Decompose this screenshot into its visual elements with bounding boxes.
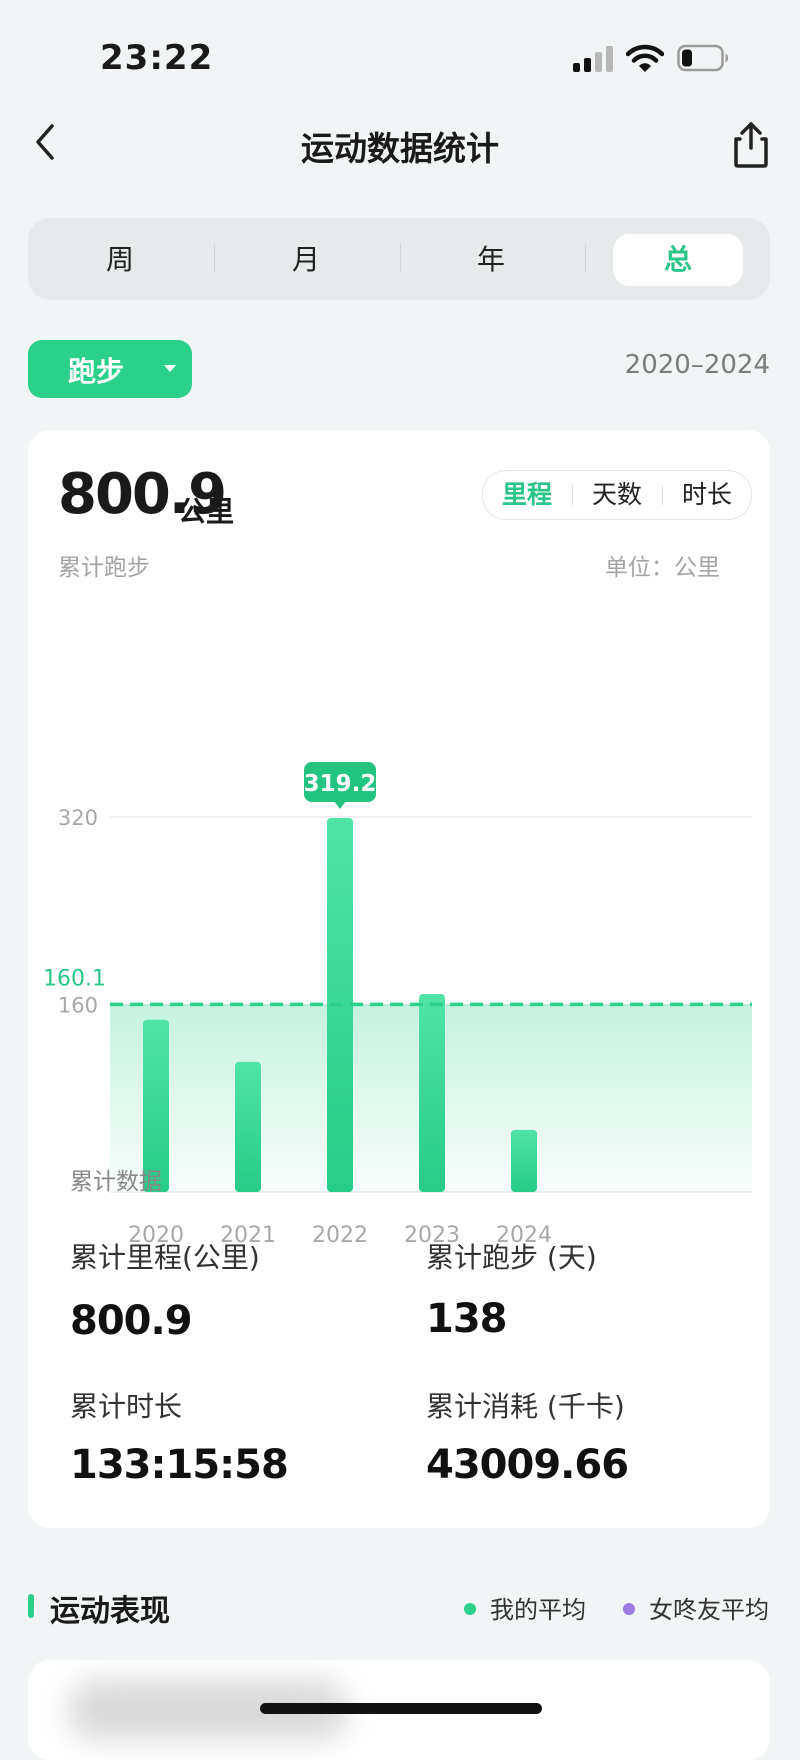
legend-dot-purple: [623, 1603, 635, 1615]
sport-dropdown-label: 跑步: [68, 355, 125, 388]
battery-icon: [677, 44, 728, 72]
legend-my-average-label: 我的平均: [490, 1596, 586, 1624]
metric-tab-days[interactable]: 天数: [573, 471, 661, 519]
caret-down-icon: [164, 365, 176, 372]
summary-value-calories: 43009.66: [426, 1442, 629, 1488]
sport-dropdown[interactable]: 跑步: [28, 340, 192, 398]
tooltip-label: 319.2: [304, 771, 377, 797]
nav-bar: 运动数据统计: [0, 110, 800, 180]
y-tick-label: 160: [58, 994, 98, 1018]
metric-tabs: 里程 天数 时长: [482, 470, 752, 520]
page-title: 运动数据统计: [301, 129, 499, 168]
legend-friends-average: 女咚友平均: [623, 1590, 769, 1625]
home-indicator: [260, 1703, 542, 1714]
date-range: 2020–2024: [624, 350, 770, 380]
tab-week[interactable]: 周: [55, 234, 185, 286]
tab-divider: [585, 244, 586, 272]
summary-value-duration: 133:15:58: [70, 1442, 289, 1488]
summary-label-days: 累计跑步 (天): [426, 1241, 597, 1274]
x-tick-label: 2022: [312, 1223, 368, 1248]
total-unit: 公里: [178, 495, 235, 528]
unit-caption: 单位：公里: [605, 555, 720, 581]
metric-tab-duration[interactable]: 时长: [663, 471, 751, 519]
summary-value-distance: 800.9: [70, 1298, 193, 1344]
bar-2023: [419, 993, 445, 1192]
performance-title: 运动表现: [50, 1594, 170, 1629]
tab-divider: [214, 244, 215, 272]
status-time: 23:22: [100, 38, 214, 78]
share-icon[interactable]: [726, 118, 776, 172]
tooltip-pointer: [334, 800, 346, 809]
tab-divider: [400, 244, 401, 272]
y-tick-label: 320: [58, 806, 98, 830]
legend-my-average: 我的平均: [464, 1590, 586, 1625]
bar-2021: [235, 1061, 261, 1192]
summary-value-days: 138: [426, 1296, 507, 1342]
tab-total[interactable]: 总: [613, 234, 743, 286]
wifi-icon: [626, 44, 664, 72]
tab-month[interactable]: 月: [241, 234, 371, 286]
summary-title: 累计数据: [70, 1169, 162, 1195]
bar-2024: [511, 1129, 537, 1192]
stats-card: 800.9 公里 里程 天数 时长 累计跑步 单位：公里 160 320 2020 2…: [28, 430, 770, 1528]
legend-dot-green: [464, 1603, 476, 1615]
summary-label-distance: 累计里程(公里): [70, 1241, 260, 1274]
total-caption: 累计跑步: [58, 555, 150, 581]
tab-year[interactable]: 年: [426, 234, 556, 286]
summary-label-duration: 累计时长: [70, 1390, 183, 1423]
metric-tab-distance[interactable]: 里程: [483, 471, 571, 519]
legend-friends-average-label: 女咚友平均: [649, 1596, 769, 1624]
average-label: 160.1: [43, 966, 106, 991]
cellular-signal-icon: [573, 46, 615, 72]
status-bar: 23:22: [0, 0, 800, 110]
summary-label-calories: 累计消耗 (千卡): [426, 1390, 625, 1423]
period-tabs: 周 月 年 总: [28, 218, 770, 300]
section-accent-bar: [28, 1594, 34, 1618]
